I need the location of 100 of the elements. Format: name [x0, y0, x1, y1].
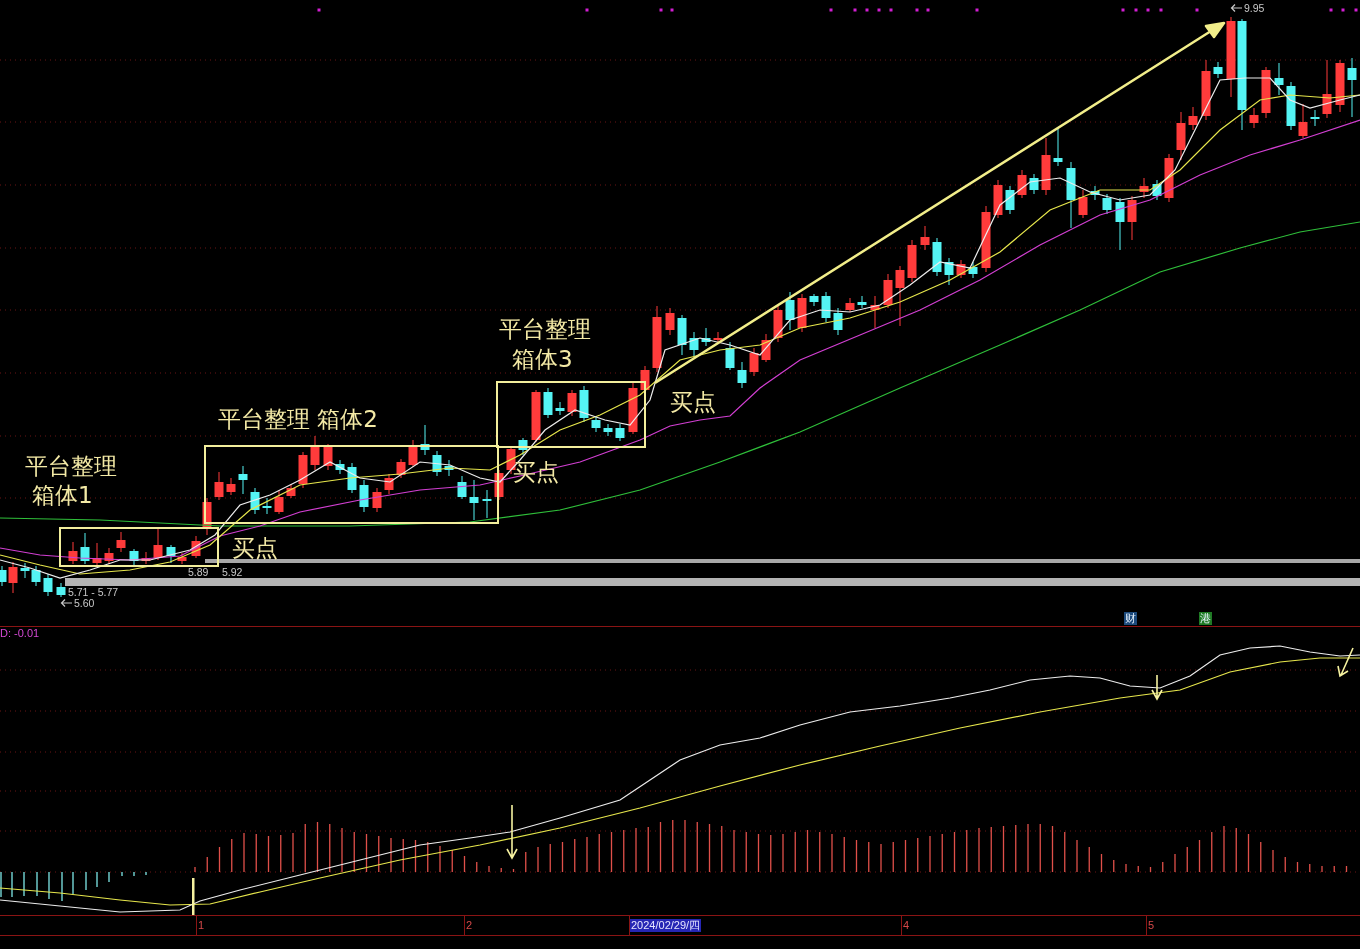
candlestick	[506, 445, 516, 475]
candlestick	[92, 542, 102, 566]
signal-arrow	[1337, 647, 1354, 678]
buy-point-label: 买点	[232, 537, 278, 560]
pointer-icon	[1230, 3, 1243, 13]
candlestick	[773, 305, 783, 343]
price-label: 9.95	[1244, 3, 1265, 14]
candlestick	[944, 257, 954, 286]
candlestick	[420, 424, 430, 456]
candlestick	[226, 477, 236, 496]
candlestick	[262, 497, 272, 515]
price-label: 5.71 - 5.77	[68, 587, 119, 598]
candlestick	[68, 541, 78, 565]
candlestick	[579, 385, 589, 423]
pointer-icon	[60, 598, 73, 608]
candlestick	[603, 423, 613, 437]
candlestick	[518, 437, 528, 456]
candlestick	[689, 331, 699, 357]
candlestick	[153, 527, 163, 561]
candlestick	[870, 295, 880, 329]
candlestick	[701, 327, 711, 347]
candlestick	[640, 365, 650, 393]
time-axis-label[interactable]: 5	[1147, 919, 1156, 932]
histogram-bar	[1247, 833, 1250, 873]
event-tag[interactable]: 财	[1124, 612, 1137, 625]
candlestick	[347, 462, 357, 494]
histogram-bar	[267, 835, 270, 873]
annotation-label: 平台整理 箱体2	[218, 408, 378, 431]
candlestick	[1286, 81, 1296, 131]
candlestick	[1201, 59, 1211, 121]
candlestick	[80, 532, 90, 565]
candlestick	[31, 565, 41, 587]
histogram-bar	[1149, 866, 1152, 873]
candlestick	[298, 451, 308, 489]
candlestick	[785, 291, 795, 331]
candlestick	[444, 459, 454, 477]
candlestick	[907, 239, 917, 283]
candlestick	[335, 459, 345, 475]
candlestick	[857, 295, 867, 309]
candlestick	[895, 265, 905, 327]
candlestick	[615, 423, 625, 442]
event-tag[interactable]: 港	[1199, 612, 1212, 625]
candlestick	[1102, 193, 1112, 215]
candlestick	[1090, 185, 1100, 201]
candlestick	[968, 261, 978, 279]
candlestick	[555, 401, 565, 416]
candlestick	[665, 307, 675, 336]
histogram-bar	[1002, 825, 1005, 873]
candlestick	[43, 573, 53, 597]
candlestick	[543, 387, 553, 419]
candlestick	[1188, 106, 1198, 131]
candlestick	[116, 531, 126, 553]
annotation-label: 平台整理	[499, 318, 591, 341]
candlestick	[1335, 59, 1345, 113]
candlestick	[1066, 161, 1076, 229]
candlestick	[591, 415, 601, 433]
candlestick	[1127, 195, 1137, 241]
candlestick	[761, 333, 771, 363]
candlestick	[432, 450, 442, 477]
price-label: 5.89	[188, 567, 209, 578]
candlestick	[677, 314, 687, 356]
annotation-label: 箱体1	[32, 484, 93, 507]
candlestick	[725, 341, 735, 371]
candlestick	[469, 479, 479, 521]
candlestick	[845, 297, 855, 313]
annotation-label: 箱体3	[512, 348, 573, 371]
candlestick	[286, 483, 296, 499]
time-axis-label[interactable]: 4	[902, 919, 911, 932]
histogram-bar	[512, 868, 515, 873]
candlestick	[494, 469, 504, 501]
candlestick	[809, 293, 819, 307]
candlestick	[372, 487, 382, 513]
candlestick	[274, 489, 284, 515]
candlestick	[932, 237, 942, 277]
candlestick	[310, 435, 320, 471]
candlestick	[1322, 59, 1332, 119]
candlestick	[20, 562, 30, 579]
histogram-bar	[855, 839, 858, 873]
histogram-bar	[463, 855, 466, 873]
time-axis-label[interactable]: 2024/02/29/四	[630, 919, 702, 932]
candlestick	[250, 487, 260, 515]
candlestick	[129, 548, 139, 566]
candlestick	[737, 361, 747, 389]
candlestick	[1041, 137, 1051, 196]
time-axis-label[interactable]: 1	[197, 919, 206, 932]
time-axis-label[interactable]: 2	[465, 919, 474, 932]
candlestick	[993, 179, 1003, 219]
candlestick	[1029, 173, 1039, 195]
candlestick	[1347, 57, 1357, 118]
histogram-bar	[561, 841, 564, 873]
histogram-bar	[708, 823, 711, 873]
candlestick	[883, 273, 893, 309]
candlestick	[1152, 179, 1162, 201]
candlestick	[1139, 177, 1149, 199]
histogram-bar	[1100, 853, 1103, 873]
candlestick	[408, 439, 418, 468]
candlestick	[981, 205, 991, 273]
candlestick	[1115, 197, 1125, 251]
candlestick	[821, 291, 831, 323]
candlestick	[359, 479, 369, 513]
